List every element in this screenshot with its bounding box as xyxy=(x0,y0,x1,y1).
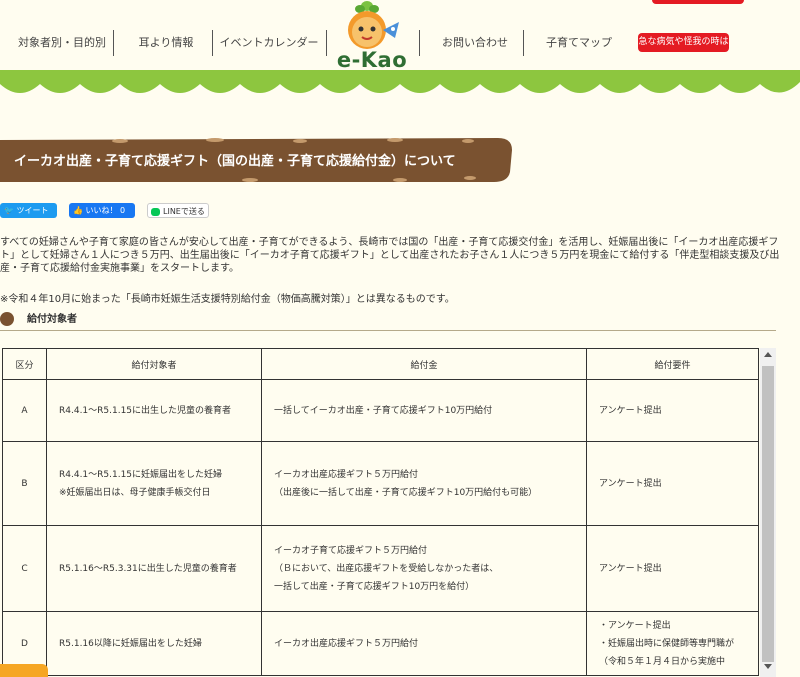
table-header: 区分 xyxy=(2,348,47,380)
row-key: C xyxy=(2,525,47,612)
table-row: D R5.1.16以降に妊娠届出をした妊婦 イーカオ出産応援ギフト５万円給付 ・… xyxy=(2,611,759,676)
table-header: 給付対象者 xyxy=(46,348,262,380)
top-red-tab[interactable] xyxy=(652,0,744,4)
row-requirement: アンケート提出 xyxy=(586,379,759,442)
floating-orange-tab[interactable] xyxy=(0,664,48,677)
line-share-button[interactable]: LINEで送る xyxy=(147,203,209,218)
thumbs-up-icon: 👍 xyxy=(73,206,86,215)
table-header-row: 区分 給付対象者 給付金 給付要件 xyxy=(2,348,759,380)
nav-divider xyxy=(212,30,213,56)
nav-divider xyxy=(523,30,524,56)
row-amount: イーカオ子育て応援ギフト５万円給付 （Ｂにおいて、出産応援ギフトを受給しなかった者… xyxy=(261,525,587,612)
twitter-bird-icon: 🐦 xyxy=(4,206,17,215)
line-label: LINEで送る xyxy=(163,207,205,216)
section-divider xyxy=(0,330,776,331)
note-text: ※令和４年10月に始まった「長崎市妊娠生活支援特別給付金（物価高騰対策）」とは異… xyxy=(0,294,455,305)
table-header: 給付金 xyxy=(261,348,587,380)
nav-useful-info[interactable]: 耳より情報 xyxy=(124,28,208,58)
nav-target-purpose[interactable]: 対象者別・目的別 xyxy=(14,28,110,58)
nav-divider xyxy=(113,30,114,56)
nav-divider xyxy=(419,30,420,56)
row-target: R5.1.16～R5.3.31に出生した児童の養育者 xyxy=(46,525,262,612)
row-amount: イーカオ出産応援ギフト５万円給付 （出産後に一括して出産・子育て応援ギフト10万円… xyxy=(261,441,587,526)
row-requirement: アンケート提出 xyxy=(586,441,759,526)
nav-divider xyxy=(326,30,327,56)
row-target: R4.4.1～R5.1.15に出生した児童の養育者 xyxy=(46,379,262,442)
intro-paragraph: すべての妊婦さんや子育て家庭の皆さんが安心して出産・子育てができるよう、長崎市で… xyxy=(0,237,780,274)
mascot-logo-icon[interactable] xyxy=(343,0,405,52)
nav-contact[interactable]: お問い合わせ xyxy=(432,28,518,58)
row-key: B xyxy=(2,441,47,526)
scrollbar-thumb[interactable] xyxy=(762,366,774,662)
table-row: A R4.4.1～R5.1.15に出生した児童の養育者 一括してイーカオ出産・子… xyxy=(2,379,759,442)
tweet-label: ツイート xyxy=(16,206,49,215)
page-title: イーカオ出産・子育て応援ギフト（国の出産・子育て応援給付金）について xyxy=(14,154,456,169)
section-bullet-icon xyxy=(0,312,14,326)
like-button[interactable]: 👍 いいね！ 0 xyxy=(69,203,135,218)
row-target: R4.4.1～R5.1.15に妊娠届出をした妊婦 ※妊娠届出日は、母子健康手帳交付… xyxy=(46,441,262,526)
eligibility-table: 区分 給付対象者 給付金 給付要件 A R4.4.1～R5.1.15に出生した児… xyxy=(2,348,759,676)
row-target: R5.1.16以降に妊娠届出をした妊婦 xyxy=(46,611,262,676)
nav-event-calendar[interactable]: イベントカレンダー xyxy=(216,28,322,58)
row-requirement: ・アンケート提出 ・妊娠届出時に保健師等専門職が （令和５年１月４日から実施中 xyxy=(586,611,759,676)
table-row: C R5.1.16～R5.3.31に出生した児童の養育者 イーカオ子育て応援ギフ… xyxy=(2,525,759,612)
header-wave-decoration xyxy=(0,70,800,93)
site-logo[interactable]: e-Kao xyxy=(334,48,410,72)
section-title: 給付対象者 xyxy=(27,314,77,325)
row-amount: 一括してイーカオ出産・子育て応援ギフト10万円給付 xyxy=(261,379,587,442)
emergency-button[interactable]: 急な病気や怪我の時は xyxy=(638,33,729,52)
tweet-button[interactable]: 🐦 ツイート xyxy=(0,203,57,218)
nav-childcare-map[interactable]: 子育てマップ xyxy=(536,28,622,58)
row-key: A xyxy=(2,379,47,442)
row-requirement: アンケート提出 xyxy=(586,525,759,612)
table-header: 給付要件 xyxy=(586,348,759,380)
scroll-up-icon[interactable] xyxy=(764,352,772,357)
table-row: B R4.4.1～R5.1.15に妊娠届出をした妊婦 ※妊娠届出日は、母子健康手帳… xyxy=(2,441,759,526)
like-label: いいね！ 0 xyxy=(85,206,126,215)
scroll-down-icon[interactable] xyxy=(764,664,772,669)
row-amount: イーカオ出産応援ギフト５万円給付 xyxy=(261,611,587,676)
line-icon xyxy=(151,207,160,216)
